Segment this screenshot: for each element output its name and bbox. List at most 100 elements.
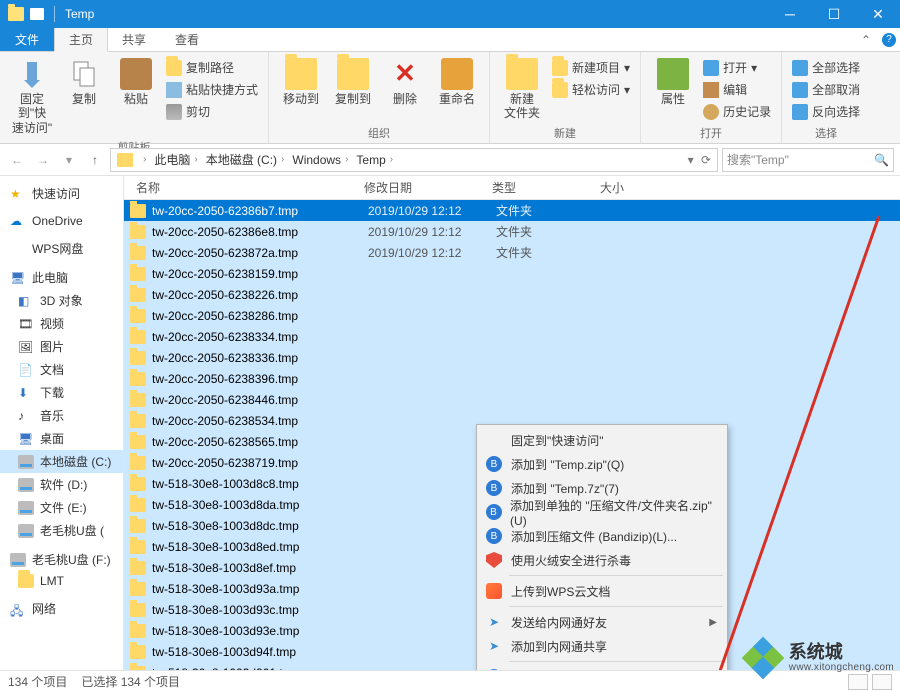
file-row[interactable]: tw-20cc-2050-6238446.tmp	[124, 389, 900, 410]
sidebar-pictures[interactable]: 🖼图片	[0, 335, 123, 358]
dropdown-icon[interactable]: ▾	[688, 153, 694, 167]
maximize-button[interactable]: ☐	[812, 0, 856, 28]
file-row[interactable]: tw-20cc-2050-62386b7.tmp2019/10/29 12:12…	[124, 200, 900, 221]
sidebar-lmt-udisk[interactable]: 老毛桃U盘 (	[0, 519, 123, 542]
file-name: tw-518-30e8-1003d93e.tmp	[152, 624, 368, 638]
recent-dropdown[interactable]: ▾	[58, 149, 80, 171]
sidebar-onedrive[interactable]: ☁OneDrive	[0, 211, 123, 231]
ribbon-collapse-icon[interactable]: ⌃	[854, 28, 878, 51]
breadcrumb-temp: Temp›	[354, 153, 399, 167]
copy-path-button[interactable]: 复制路径	[164, 58, 260, 77]
col-type[interactable]: 类型	[486, 179, 594, 196]
new-item-button[interactable]: 新建项目 ▾	[550, 58, 632, 77]
ctx-huorong-scan[interactable]: 使用火绒安全进行杀毒	[479, 548, 725, 572]
select-none-button[interactable]: 全部取消	[790, 80, 862, 99]
new-folder-button[interactable]: 新建 文件夹	[498, 56, 546, 123]
sidebar-lmt-udisk2[interactable]: 老毛桃U盘 (F:)	[0, 548, 123, 571]
separator	[509, 575, 723, 576]
edit-button[interactable]: 编辑	[701, 80, 773, 99]
breadcrumb-windows: Windows›	[290, 153, 354, 167]
ribbon: 固定到"快 速访问" 复制 粘贴 复制路径 粘贴快捷方式 剪切 剪贴板 移动到 …	[0, 52, 900, 144]
file-row[interactable]: tw-20cc-2050-62386e8.tmp2019/10/29 12:12…	[124, 221, 900, 242]
delete-button[interactable]: ✕删除	[381, 56, 429, 108]
file-row[interactable]: tw-20cc-2050-6238286.tmp	[124, 305, 900, 326]
sidebar-local-c[interactable]: 本地磁盘 (C:)	[0, 450, 123, 473]
history-button[interactable]: 历史记录	[701, 102, 773, 121]
sidebar-desktop[interactable]: 🖥桌面	[0, 427, 123, 450]
paste-button[interactable]: 粘贴	[112, 56, 160, 108]
file-name: tw-518-30e8-1003d93c.tmp	[152, 603, 368, 617]
folder-icon	[130, 456, 146, 470]
sidebar-wps[interactable]: WPS网盘	[0, 237, 123, 260]
file-name: tw-20cc-2050-6238159.tmp	[152, 267, 368, 281]
back-button[interactable]: ←	[6, 149, 28, 171]
sidebar-file-e[interactable]: 文件 (E:)	[0, 496, 123, 519]
cut-button[interactable]: 剪切	[164, 102, 260, 121]
ctx-add-separate[interactable]: B添加到单独的 "压缩文件/文件夹名.zip"(U)	[479, 500, 725, 524]
rename-button[interactable]: 重命名	[433, 56, 481, 108]
invert-selection-button[interactable]: 反向选择	[790, 102, 862, 121]
ctx-add-intranet[interactable]: ➤添加到内网通共享	[479, 634, 725, 658]
minimize-button[interactable]: ─	[768, 0, 812, 28]
column-headers[interactable]: 名称 修改日期 类型 大小	[124, 176, 900, 200]
folder-icon	[130, 351, 146, 365]
ctx-pin-quick[interactable]: 固定到"快速访问"	[479, 428, 725, 452]
properties-button[interactable]: 属性	[649, 56, 697, 108]
paste-shortcut-button[interactable]: 粘贴快捷方式	[164, 80, 260, 99]
file-name: tw-518-30e8-1003d8c8.tmp	[152, 477, 368, 491]
group-organize: 组织	[277, 123, 481, 141]
sidebar-network[interactable]: 🖧网络	[0, 597, 123, 620]
tab-share[interactable]: 共享	[108, 28, 161, 51]
col-name[interactable]: 名称	[130, 179, 358, 196]
easy-access-button[interactable]: 轻松访问 ▾	[550, 80, 632, 99]
copy-button[interactable]: 复制	[60, 56, 108, 108]
file-date: 2019/10/29 12:12	[368, 225, 496, 239]
tab-file[interactable]: 文件	[0, 28, 54, 51]
context-menu: 固定到"快速访问" B添加到 "Temp.zip"(Q) B添加到 "Temp.…	[476, 424, 728, 670]
pin-quick-button[interactable]: 固定到"快 速访问"	[8, 56, 56, 137]
folder-icon	[130, 603, 146, 617]
folder-icon	[130, 582, 146, 596]
sidebar-documents[interactable]: 📄文档	[0, 358, 123, 381]
close-button[interactable]: ✕	[856, 0, 900, 28]
sidebar-videos[interactable]: 🎞视频	[0, 312, 123, 335]
folder-icon	[130, 267, 146, 281]
sidebar-lmt[interactable]: LMT	[0, 571, 123, 591]
folder-icon	[117, 153, 133, 167]
open-button[interactable]: 打开 ▾	[701, 58, 773, 77]
col-date[interactable]: 修改日期	[358, 179, 486, 196]
move-to-button[interactable]: 移动到	[277, 56, 325, 108]
nav-sidebar: ★快速访问 ☁OneDrive WPS网盘 🖥此电脑 ◧3D 对象 🎞视频 🖼图…	[0, 176, 124, 670]
ctx-add-bandizip[interactable]: B添加到压缩文件 (Bandizip)(L)...	[479, 524, 725, 548]
tab-home[interactable]: 主页	[54, 28, 108, 52]
file-row[interactable]: tw-20cc-2050-6238396.tmp	[124, 368, 900, 389]
file-row[interactable]: tw-20cc-2050-6238334.tmp	[124, 326, 900, 347]
ctx-wps-cloud[interactable]: 上传到WPS云文档	[479, 579, 725, 603]
col-size[interactable]: 大小	[594, 179, 674, 196]
sidebar-downloads[interactable]: ⬇下载	[0, 381, 123, 404]
file-row[interactable]: tw-20cc-2050-6238336.tmp	[124, 347, 900, 368]
tab-view[interactable]: 查看	[161, 28, 214, 51]
sidebar-3d-objects[interactable]: ◧3D 对象	[0, 289, 123, 312]
address-bar[interactable]: › 此电脑› 本地磁盘 (C:)› Windows› Temp› ▾ ⟳	[110, 148, 718, 172]
sidebar-music[interactable]: ♪音乐	[0, 404, 123, 427]
select-all-button[interactable]: 全部选择	[790, 58, 862, 77]
sidebar-soft-d[interactable]: 软件 (D:)	[0, 473, 123, 496]
up-button[interactable]: ↑	[84, 149, 106, 171]
file-row[interactable]: tw-20cc-2050-623872a.tmp2019/10/29 12:12…	[124, 242, 900, 263]
search-input[interactable]: 搜索"Temp" 🔍	[722, 148, 894, 172]
ribbon-tabs: 文件 主页 共享 查看 ⌃ ?	[0, 28, 900, 52]
sidebar-quick-access[interactable]: ★快速访问	[0, 182, 123, 205]
copy-to-button[interactable]: 复制到	[329, 56, 377, 108]
refresh-icon[interactable]: ⟳	[701, 153, 711, 167]
ctx-add-zip[interactable]: B添加到 "Temp.zip"(Q)	[479, 452, 725, 476]
sidebar-this-pc[interactable]: 🖥此电脑	[0, 266, 123, 289]
file-name: tw-518-30e8-1003d93a.tmp	[152, 582, 368, 596]
help-button[interactable]: ?	[878, 28, 900, 51]
file-row[interactable]: tw-20cc-2050-6238226.tmp	[124, 284, 900, 305]
file-row[interactable]: tw-20cc-2050-6238159.tmp	[124, 263, 900, 284]
forward-button[interactable]: →	[32, 149, 54, 171]
qat-icon[interactable]	[30, 8, 44, 20]
ctx-send-intranet[interactable]: ➤发送给内网通好友▶	[479, 610, 725, 634]
ctx-baidu-upload[interactable]: 上传到百度网盘	[479, 665, 725, 670]
